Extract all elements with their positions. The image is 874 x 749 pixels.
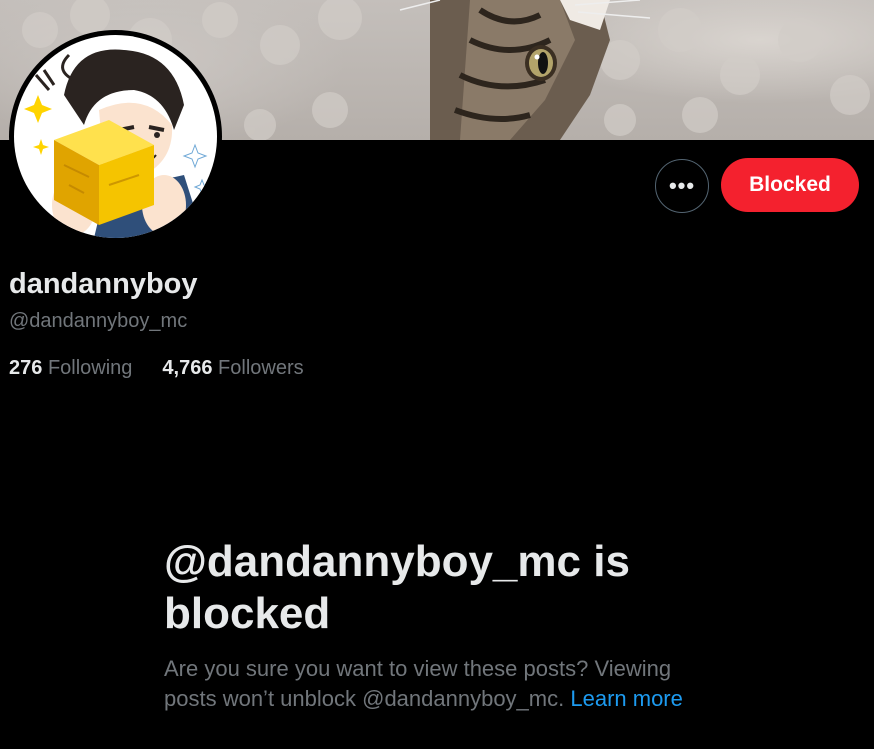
profile-avatar[interactable] xyxy=(9,30,222,243)
followers-label: Followers xyxy=(218,357,304,379)
profile-stats: 276 Following 4,766 Followers xyxy=(9,357,304,380)
followers-count: 4,766 xyxy=(162,357,213,379)
learn-more-link[interactable]: Learn more xyxy=(570,686,683,711)
following-count: 276 xyxy=(9,357,43,379)
avatar-image xyxy=(14,35,217,238)
blocked-title-line1: @dandannyboy_mc is xyxy=(164,537,630,586)
blocked-notice-title: @dandannyboy_mc is blocked xyxy=(164,536,704,640)
blocked-button-label: Blocked xyxy=(749,173,831,196)
more-dots-icon: ••• xyxy=(668,173,696,198)
following-label: Following xyxy=(47,357,133,379)
blocked-notice-description: Are you sure you want to view these post… xyxy=(164,654,709,714)
user-handle: @dandannyboy_mc xyxy=(9,310,188,332)
blocked-title-line2: blocked xyxy=(164,589,331,638)
followers-link[interactable]: 4,766 Followers xyxy=(162,357,303,380)
profile-page: ••• Blocked dandannyboy @dandannyboy_mc … xyxy=(0,0,874,749)
more-options-button[interactable]: ••• xyxy=(655,159,709,213)
blocked-button[interactable]: Blocked xyxy=(721,158,859,212)
display-name: dandannyboy xyxy=(9,268,198,300)
following-link[interactable]: 276 Following xyxy=(9,357,132,380)
